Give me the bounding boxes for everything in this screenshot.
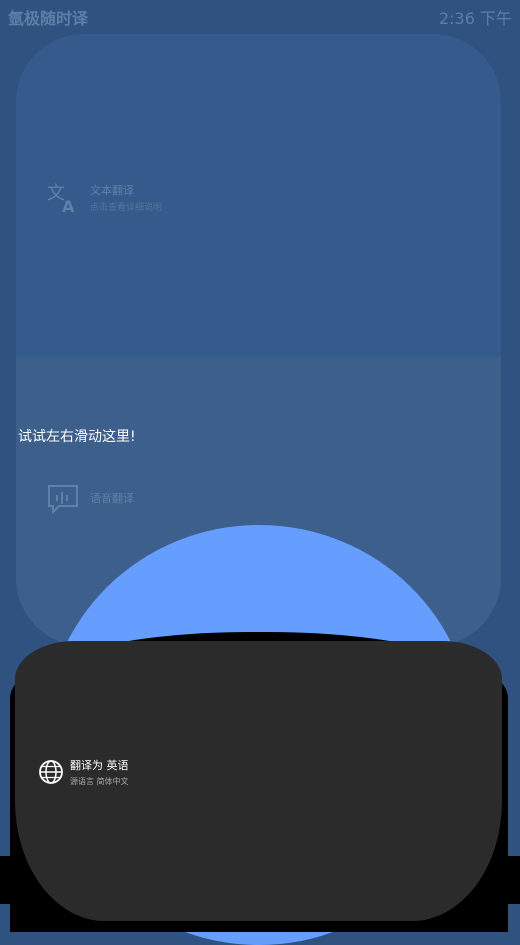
status-bar: 氩极随时译 2:36 下午 [0,0,520,34]
globe-icon [38,759,64,785]
target-language-row[interactable]: 翻译为 英语 源语言 简体中文 [38,757,129,787]
feature-sub: 点击查看详细说明 [90,202,163,213]
app-title: 氩极随时译 [8,9,89,28]
source-language-label: 源语言 简体中文 [70,777,129,786]
voice-chat-icon [44,480,82,518]
text-translate-option[interactable]: 文 A 文本翻译 点击查看详细说明 [44,178,162,216]
svg-text:A: A [62,197,75,215]
feature-label: 语音翻译 [90,492,134,505]
clock: 2:36 下午 [438,9,512,28]
feature-label: 文本翻译 [90,183,134,197]
voice-translate-option[interactable]: 语音翻译 [44,480,134,518]
target-language-label: 翻译为 英语 [70,759,129,772]
translate-icon: 文 A [44,178,82,216]
swipe-hint: 试试左右滑动这里! [18,429,136,445]
